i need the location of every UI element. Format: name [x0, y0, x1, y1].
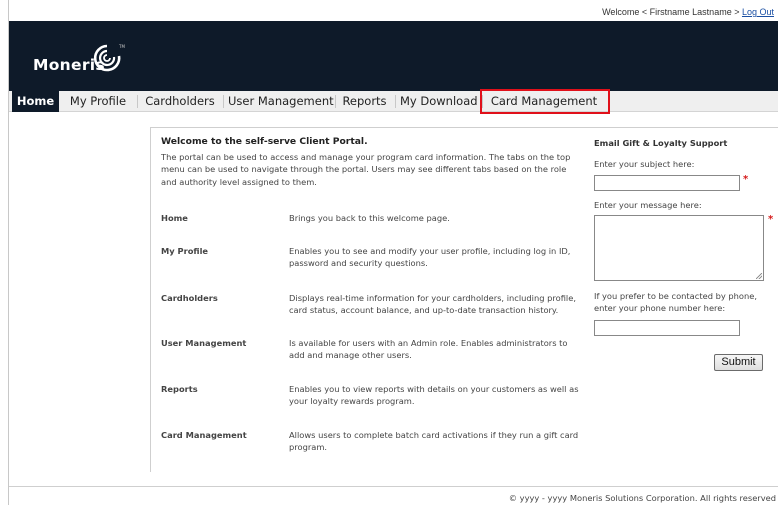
tab-card-management[interactable]: Card Management — [485, 91, 603, 112]
feature-description: Allows users to complete batch card acti… — [289, 430, 579, 452]
tab-reports[interactable]: Reports — [340, 91, 389, 112]
message-textarea[interactable] — [594, 215, 764, 281]
content-panel: Welcome to the self-serve Client Portal.… — [150, 127, 778, 472]
tab-user-management[interactable]: User Management — [228, 91, 334, 112]
feature-title: Cardholders — [161, 293, 218, 303]
feature-description: Enables you to see and modify your user … — [289, 246, 571, 268]
message-label: Enter your message here: — [594, 200, 702, 210]
nav-separator — [482, 95, 483, 108]
feature-description: Brings you back to this welcome page. — [289, 213, 450, 223]
tab-home[interactable]: Home — [12, 91, 59, 112]
subject-required-mark: * — [743, 174, 749, 185]
tab-my-download[interactable]: My Download — [400, 91, 478, 112]
feature-title: Reports — [161, 384, 198, 394]
phone-label: If you prefer to be contacted by phone, … — [594, 291, 758, 313]
welcome-message: Welcome < Firstname Lastname > Log Out — [602, 7, 774, 17]
feature-description: Displays real-time information for your … — [289, 293, 576, 315]
main-nav: Home My Profile Cardholders User Managem… — [9, 91, 778, 112]
feature-description: Enables you to view reports with details… — [289, 384, 579, 406]
logo-trademark: TM — [119, 44, 125, 49]
welcome-intro: The portal can be used to access and man… — [161, 151, 571, 187]
nav-separator — [335, 95, 336, 108]
footer-divider — [9, 486, 778, 487]
message-required-mark: * — [768, 214, 774, 225]
feature-description: Is available for users with an Admin rol… — [289, 338, 568, 360]
subject-input[interactable] — [594, 175, 740, 191]
nav-separator — [223, 95, 224, 108]
welcome-user-text: Welcome < Firstname Lastname > — [602, 7, 740, 17]
tab-cardholders[interactable]: Cardholders — [143, 91, 217, 112]
feature-title: Card Management — [161, 430, 247, 440]
welcome-section: Welcome to the self-serve Client Portal.… — [161, 136, 581, 188]
welcome-title: Welcome to the self-serve Client Portal. — [161, 136, 368, 147]
subject-label: Enter your subject here: — [594, 159, 695, 169]
footer-copyright: © yyyy - yyyy Moneris Solutions Corporat… — [508, 493, 776, 503]
phone-input[interactable] — [594, 320, 740, 336]
top-bar: Welcome < Firstname Lastname > Log Out — [9, 0, 778, 21]
tab-my-profile[interactable]: My Profile — [67, 91, 129, 112]
feature-title: User Management — [161, 338, 247, 348]
feature-title: Home — [161, 213, 188, 223]
header-banner: Moneris TM — [9, 21, 778, 91]
nav-separator — [137, 95, 138, 108]
nav-separator — [395, 95, 396, 108]
logout-link[interactable]: Log Out — [742, 7, 774, 17]
submit-button[interactable]: Submit — [714, 354, 763, 371]
resize-handle-icon[interactable] — [756, 273, 762, 279]
support-title: Email Gift & Loyalty Support — [594, 138, 728, 148]
feature-title: My Profile — [161, 246, 209, 256]
